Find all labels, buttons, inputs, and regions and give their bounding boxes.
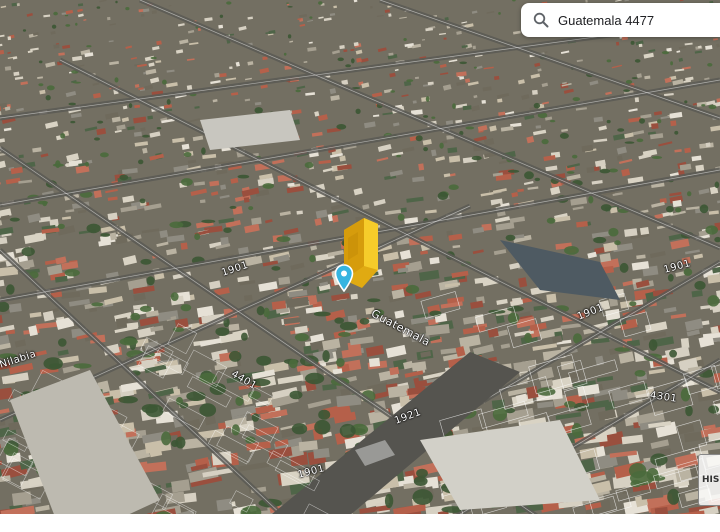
search-box[interactable]: Guatemala 4477 xyxy=(521,3,720,37)
search-icon xyxy=(533,12,549,28)
history-button[interactable]: HIS xyxy=(698,454,720,506)
history-button-label: HIS xyxy=(702,475,720,485)
location-pin-icon[interactable] xyxy=(334,264,354,292)
bottom-bar xyxy=(0,514,720,532)
search-query[interactable]: Guatemala 4477 xyxy=(558,13,654,28)
